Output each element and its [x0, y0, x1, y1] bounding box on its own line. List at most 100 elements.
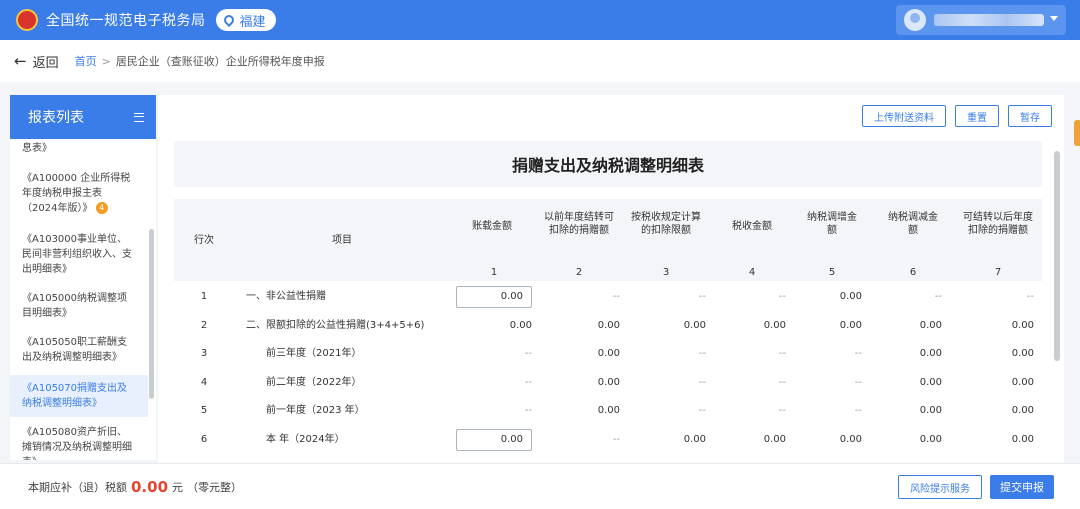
- national-emblem-icon: [16, 9, 38, 31]
- value-cell: 0.00: [1011, 348, 1034, 359]
- value-cell: 0.00: [1011, 376, 1034, 388]
- top-header: 全国统一规范电子税务局 福建: [0, 0, 1080, 40]
- table-row: 1 一、非公益性捐赠 0.00 -- -- -- 0.00 -- --: [174, 283, 1042, 311]
- form-title: 捐赠支出及纳税调整明细表: [511, 156, 704, 175]
- sidebar-item-label: 《A105080资产折旧、摊销情况及纳税调整明细表》: [22, 427, 132, 460]
- col-number: 5: [828, 267, 836, 278]
- breadcrumb-current: 居民企业（查账征收）企业所得税年度申报: [115, 55, 325, 68]
- table-scrollbar[interactable]: [1054, 151, 1060, 361]
- row-number: 5: [200, 405, 208, 416]
- value-cell: --: [698, 376, 706, 388]
- risk-alert-button[interactable]: 风险提示服务: [898, 475, 982, 499]
- value-cell: --: [524, 405, 532, 416]
- table-row: 5 前一年度（2023 年） -- 0.00 -- -- -- 0.00 0.00: [174, 397, 1042, 425]
- tax-due-amount: 0.00: [131, 477, 169, 496]
- value-cell: 0.00: [919, 319, 942, 331]
- col-header-4: 税收金额: [732, 220, 772, 232]
- amount-input[interactable]: 0.00: [456, 286, 532, 308]
- side-feedback-tab[interactable]: [1074, 120, 1080, 146]
- sidebar-item-a103000[interactable]: 《A103000事业单位、民间非营利组织收入、支出明细表》: [10, 232, 148, 277]
- col-header-7: 可结转以后年度扣除的捐赠额: [963, 212, 1033, 236]
- value-cell: --: [934, 291, 942, 302]
- table-row: 6 本 年（2024年） 0.00 -- 0.00 0.00 0.00 0.00 0.00: [174, 426, 1042, 454]
- col-number: 7: [994, 267, 1002, 278]
- value-cell: 0.00: [1011, 319, 1034, 331]
- col-number: 3: [662, 267, 670, 278]
- value-cell: 0.00: [919, 433, 942, 445]
- tax-due-unit: 元: [172, 480, 184, 494]
- value-cell: 0.00: [919, 348, 942, 359]
- submit-declaration-button[interactable]: 提交申报: [990, 475, 1054, 499]
- sidebar-scrollbar[interactable]: [149, 229, 154, 399]
- row-number: 2: [200, 319, 208, 331]
- sidebar-item-label: 《A100000 企业所得税年度纳税申报主表（2024年版）》: [22, 173, 131, 214]
- user-name-redacted: [934, 14, 1044, 26]
- value-cell: 0.00: [683, 433, 706, 445]
- user-avatar-icon: [904, 9, 926, 31]
- location-pin-icon: [221, 12, 236, 28]
- col-header-5: 纳税调增金额: [807, 212, 857, 236]
- col-header-row-no: 行次: [194, 234, 214, 246]
- amount-input[interactable]: 0.00: [456, 428, 532, 451]
- value-cell: --: [854, 348, 862, 359]
- row-item-label: 二、限额扣除的公益性捐赠(3+4+5+6): [246, 319, 425, 331]
- region-selector[interactable]: 福建: [215, 9, 276, 31]
- value-cell: --: [854, 405, 862, 416]
- collapse-menu-icon[interactable]: [134, 112, 144, 122]
- row-item-label: 前二年度（2022年）: [266, 376, 362, 388]
- value-cell: 0.00: [1011, 433, 1034, 445]
- save-draft-button[interactable]: 暂存: [1008, 105, 1052, 127]
- row-item-label: 一、非公益性捐赠: [246, 291, 326, 302]
- value-cell: --: [524, 348, 532, 359]
- back-link[interactable]: 返回: [33, 52, 59, 71]
- value-cell: --: [612, 433, 620, 445]
- value-cell: --: [778, 348, 786, 359]
- value-cell: 0.00: [597, 405, 620, 416]
- col-header-3: 按税收规定计算的扣除限额: [631, 212, 701, 236]
- upload-attachments-button[interactable]: 上传附送资料: [862, 105, 946, 127]
- col-header-1: 账载金额: [472, 220, 512, 232]
- sidebar-item-a105050[interactable]: 《A105050职工薪酬支出及纳税调整明细表》: [10, 335, 148, 365]
- value-cell: --: [698, 405, 706, 416]
- caret-down-icon: [1050, 16, 1058, 21]
- value-cell: --: [854, 376, 862, 388]
- sidebar-item-a100000[interactable]: 《A100000 企业所得税年度纳税申报主表（2024年版）》 4: [10, 171, 148, 216]
- value-cell: 0.00: [839, 291, 862, 302]
- col-header-6: 纳税调减金额: [888, 212, 938, 236]
- count-badge: 4: [95, 202, 108, 214]
- breadcrumb-separator: >: [101, 54, 111, 68]
- reset-button[interactable]: 重置: [955, 105, 999, 127]
- sidebar-item-label: 《A103000事业单位、民间非营利组织收入、支出明细表》: [22, 234, 132, 275]
- row-number: 3: [200, 348, 208, 359]
- col-number: 6: [909, 267, 917, 278]
- value-cell: --: [778, 291, 786, 302]
- form-panel: 上传附送资料 重置 暂存 捐赠支出及纳税调整明细表 行次 项目 账载金额 以前年…: [158, 95, 1064, 463]
- sidebar-title: 报表列表: [28, 110, 84, 126]
- value-cell: --: [1026, 291, 1034, 302]
- row-item-label: 本 年（2024年）: [266, 433, 345, 445]
- row-item-label: 前一年度（2023 年）: [266, 405, 365, 416]
- col-header-2: 以前年度结转可扣除的捐赠额: [544, 212, 614, 236]
- value-cell: 0.00: [509, 319, 532, 331]
- breadcrumb-home[interactable]: 首页: [75, 53, 97, 69]
- sidebar-header: 报表列表: [10, 95, 156, 139]
- site-title: 全国统一规范电子税务局: [46, 13, 206, 29]
- col-header-item: 项目: [332, 234, 352, 246]
- value-cell: 0.00: [1011, 405, 1034, 416]
- sidebar-item[interactable]: 息表》: [10, 141, 148, 156]
- value-cell: --: [524, 376, 532, 388]
- breadcrumb-bar: ← 返回 首页 > 居民企业（查账征收）企业所得税年度申报: [0, 40, 1080, 82]
- value-cell: 0.00: [597, 348, 620, 359]
- sidebar-item-a105000[interactable]: 《A105000纳税调整项目明细表》: [10, 291, 148, 321]
- value-cell: 0.00: [919, 376, 942, 388]
- back-arrow-icon[interactable]: ←: [14, 52, 27, 70]
- sidebar-item-a105080[interactable]: 《A105080资产折旧、摊销情况及纳税调整明细表》: [10, 425, 148, 460]
- user-menu[interactable]: [896, 5, 1066, 35]
- donation-table: 行次 项目 账载金额 以前年度结转可扣除的捐赠额 按税收规定计算的扣除限额 税收…: [174, 199, 1042, 463]
- value-cell: 0.00: [763, 319, 786, 331]
- value-cell: 0.00: [683, 319, 706, 331]
- value-cell: 0.00: [919, 405, 942, 416]
- sidebar-item-label: 息表》: [22, 143, 52, 154]
- sidebar-item-a105070[interactable]: 《A105070捐赠支出及纳税调整明细表》: [10, 375, 148, 417]
- value-cell: --: [778, 376, 786, 388]
